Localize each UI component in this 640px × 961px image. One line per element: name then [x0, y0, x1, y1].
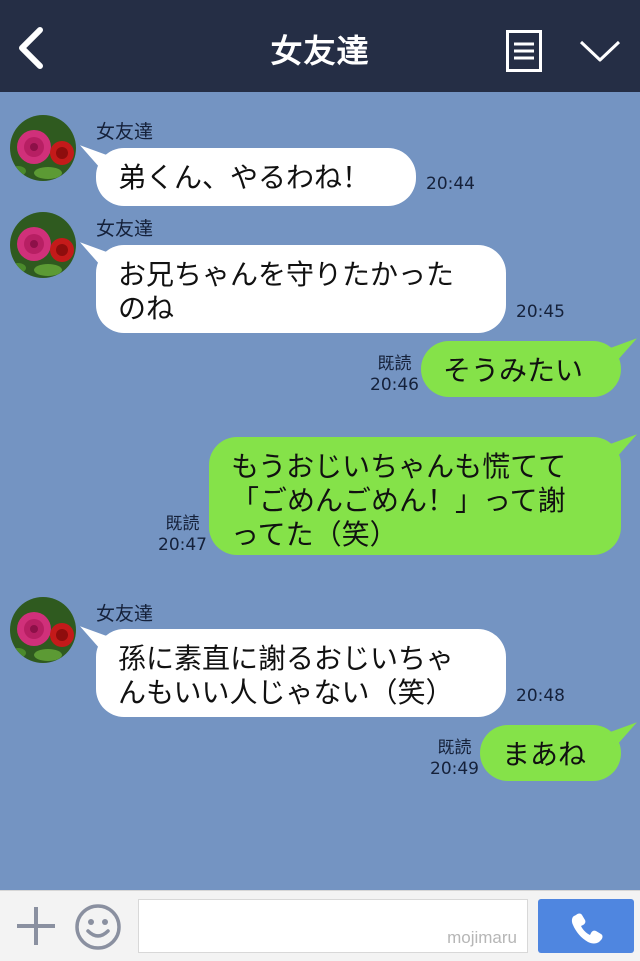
read-receipt: 既読 20:46	[370, 354, 419, 396]
phone-icon	[571, 913, 603, 944]
chat-area[interactable]: 女友達 弟くん、やるわね！ 20:44 女友達 お兄ちゃんを守りたかった のね …	[0, 92, 640, 890]
call-button[interactable]	[538, 899, 634, 953]
sender-name: 女友達	[96, 218, 154, 240]
rose-avatar-icon	[10, 212, 76, 278]
chevron-down-icon[interactable]	[578, 36, 622, 66]
message-bubble-outgoing[interactable]: そうみたい	[421, 341, 621, 397]
message-bubble-incoming[interactable]: 弟くん、やるわね！	[96, 148, 416, 206]
message-time: 20:49	[430, 759, 479, 779]
read-label: 既読	[437, 738, 472, 758]
rose-avatar-icon	[10, 115, 76, 181]
avatar[interactable]	[10, 597, 76, 663]
rose-avatar-icon	[10, 597, 76, 663]
avatar[interactable]	[10, 115, 76, 181]
message-time: 20:44	[426, 174, 475, 194]
read-receipt: 既読 20:49	[430, 738, 479, 780]
emoji-icon[interactable]	[74, 903, 122, 951]
message-time: 20:48	[516, 686, 565, 706]
sender-name: 女友達	[96, 603, 154, 625]
message-time: 20:45	[516, 302, 565, 322]
chat-header: 女友達	[0, 0, 640, 92]
menu-list-icon[interactable]	[506, 30, 542, 72]
message-bubble-outgoing[interactable]: もうおじいちゃんも慌てて 「ごめんごめん！」って謝 ってた（笑）	[209, 437, 621, 555]
message-input[interactable]: mojimaru	[138, 899, 528, 953]
read-receipt: 既読 20:47	[158, 514, 207, 556]
message-bubble-incoming[interactable]: 孫に素直に謝るおじいちゃ んもいい人じゃない（笑）	[96, 629, 506, 717]
watermark-text: mojimaru	[447, 928, 517, 947]
read-label: 既読	[165, 514, 200, 534]
message-bubble-outgoing[interactable]: まあね	[480, 725, 621, 781]
message-time: 20:46	[370, 375, 419, 395]
message-bubble-incoming[interactable]: お兄ちゃんを守りたかった のね	[96, 245, 506, 333]
read-label: 既読	[377, 354, 412, 374]
plus-icon[interactable]	[14, 904, 58, 948]
chat-title: 女友達	[270, 32, 370, 70]
message-time: 20:47	[158, 535, 207, 555]
sender-name: 女友達	[96, 121, 154, 143]
avatar[interactable]	[10, 212, 76, 278]
message-input-bar: mojimaru	[0, 890, 640, 961]
